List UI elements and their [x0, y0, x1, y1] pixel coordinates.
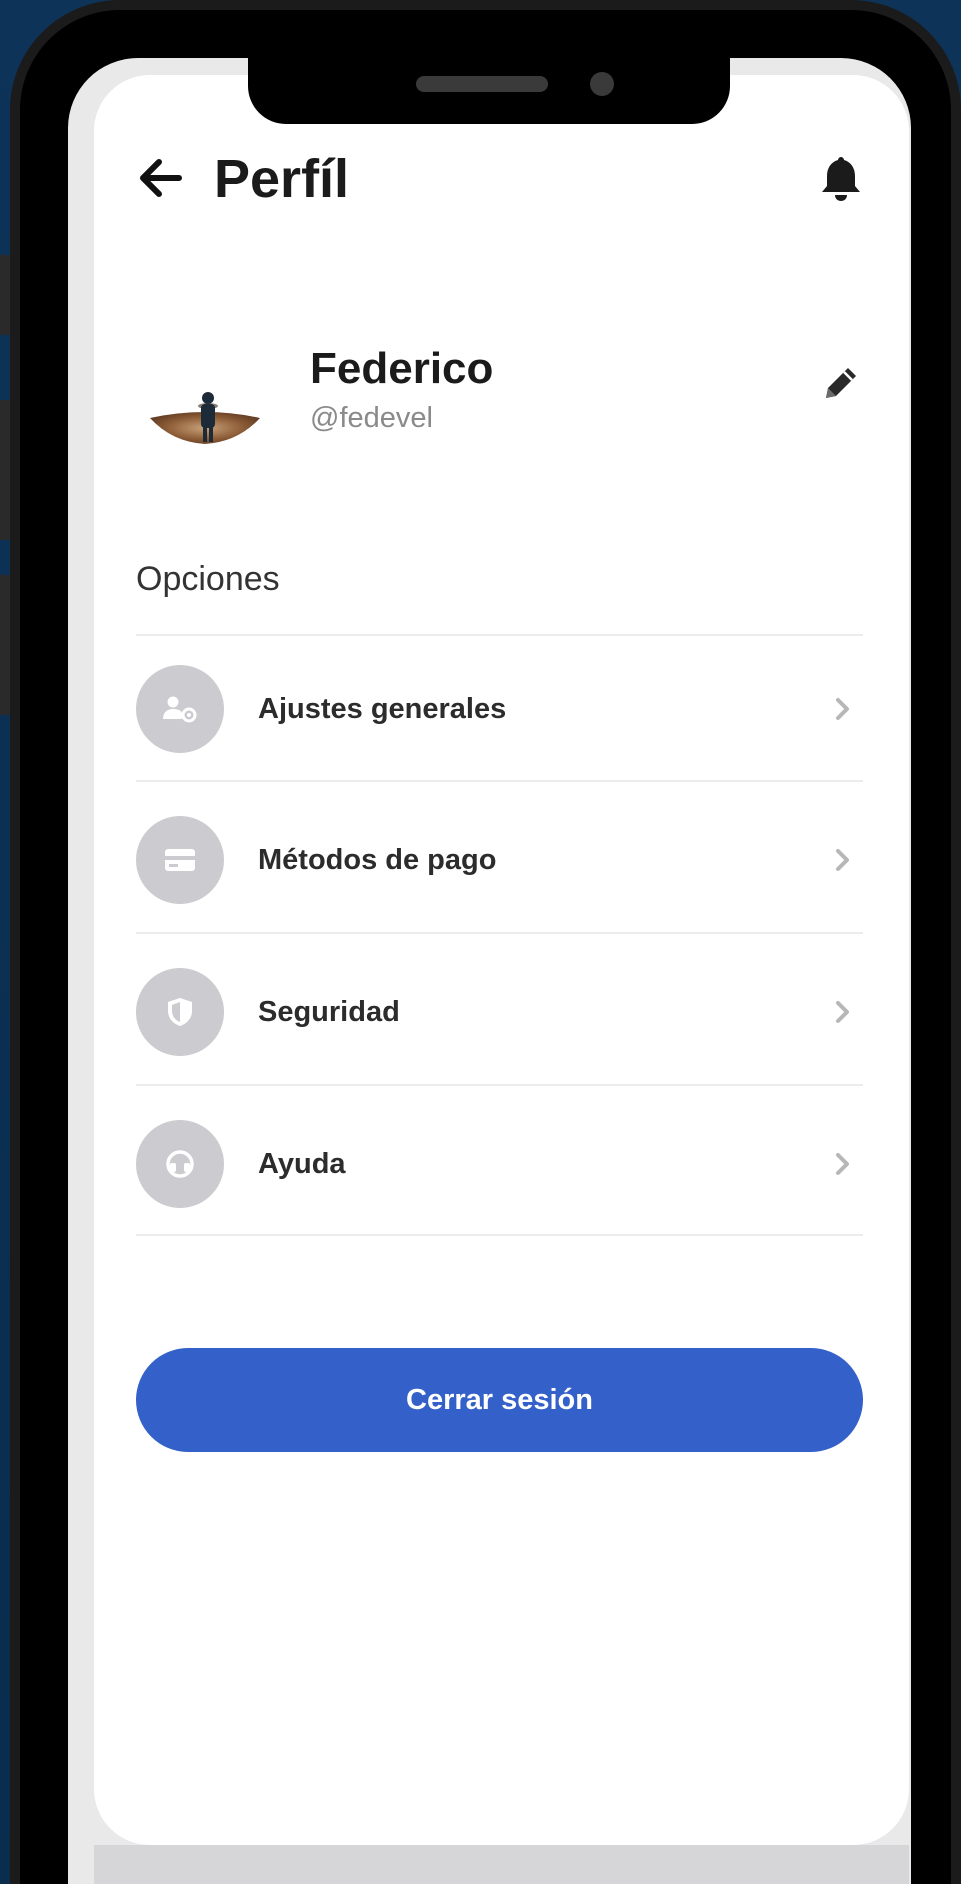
shield-icon: [136, 968, 224, 1056]
speaker: [416, 76, 548, 92]
camera: [590, 72, 614, 96]
option-label: Métodos de pago: [258, 843, 497, 876]
help-icon: [136, 1120, 224, 1208]
pencil-icon: [826, 368, 856, 398]
section-title: Opciones: [136, 560, 280, 598]
divider: [136, 1234, 863, 1236]
option-security[interactable]: Seguridad: [136, 937, 863, 1087]
notifications-button[interactable]: [818, 154, 864, 204]
bell-icon: [822, 157, 860, 201]
divider: [136, 780, 863, 782]
chevron-right-icon: [823, 992, 863, 1032]
screen-bottom-edge: [94, 1845, 909, 1884]
chevron-right-icon: [823, 689, 863, 729]
option-label: Ajustes generales: [258, 692, 507, 725]
user-settings-icon: [136, 665, 224, 753]
page-title: Perfíl: [214, 149, 350, 209]
profile-handle: @fedevel: [310, 402, 433, 434]
arrow-left-icon: [140, 159, 182, 197]
option-label: Ayuda: [258, 1147, 346, 1180]
chevron-right-icon: [823, 1144, 863, 1184]
edit-profile-button[interactable]: [818, 360, 864, 406]
logout-button[interactable]: Cerrar sesión: [136, 1348, 863, 1452]
chevron-right-icon: [823, 840, 863, 880]
option-label: Seguridad: [258, 995, 400, 1028]
option-payment-methods[interactable]: Métodos de pago: [136, 785, 863, 935]
profile-name: Federico: [310, 344, 494, 393]
back-button[interactable]: [135, 156, 185, 200]
divider: [136, 932, 863, 934]
divider: [136, 1084, 863, 1086]
avatar[interactable]: [140, 330, 270, 460]
credit-card-icon: [136, 816, 224, 904]
option-help[interactable]: Ayuda: [136, 1089, 863, 1239]
option-general-settings[interactable]: Ajustes generales: [136, 634, 863, 784]
